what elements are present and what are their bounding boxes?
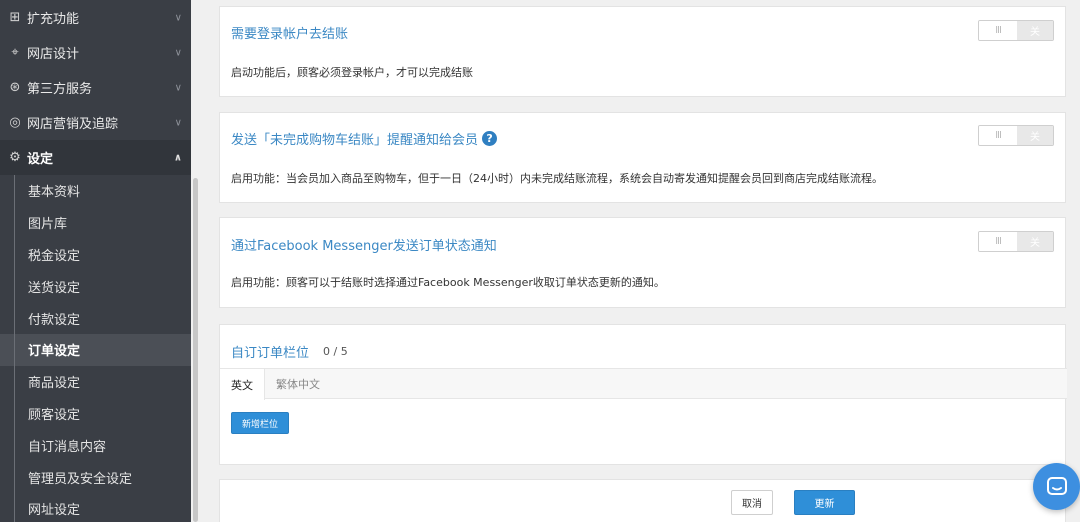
setting-description: 启用功能：顾客可以于结账时选择通过Facebook Messenger收取订单状… — [231, 276, 665, 289]
toggle-off-label: 关 — [1017, 232, 1053, 251]
chat-icon — [1046, 476, 1067, 495]
sidebar-item-settings[interactable]: ⚙ 设定 ∧ — [0, 140, 191, 175]
sidebar-subitem-admin-security[interactable]: 管理员及安全设定 — [0, 461, 191, 493]
chevron-down-icon: ∨ — [174, 47, 182, 58]
sidebar-subitem-customer[interactable]: 顾客设定 — [0, 397, 191, 430]
custom-fields-title: 自订订单栏位 0 / 5 — [231, 342, 348, 361]
sidebar: ⊞ 扩充功能 ∨ ⌖ 网店设计 ∨ ⊛ 第三方服务 ∨ ◎ 网店营销及追踪 ∨ … — [0, 0, 191, 522]
sidebar-item-marketing[interactable]: ◎ 网店营销及追踪 ∨ — [0, 105, 191, 140]
target-icon: ◎ — [9, 115, 21, 130]
toggle-off-label: 关 — [1017, 126, 1053, 145]
sidebar-subitem-payment[interactable]: 付款设定 — [0, 302, 191, 334]
setting-title: 通过Facebook Messenger发送订单状态通知 — [231, 239, 497, 254]
tab-english[interactable]: 英文 — [220, 369, 265, 400]
custom-order-fields-card: 自订订单栏位 0 / 5 英文 繁体中文 新增栏位 — [219, 324, 1067, 465]
sidebar-item-label: 网店营销及追踪 — [27, 117, 119, 132]
add-field-button[interactable]: 新增栏位 — [231, 412, 289, 434]
toggle-switch[interactable]: III 关 — [978, 125, 1054, 146]
puzzle-circles-icon: ⊛ — [9, 80, 21, 95]
toggle-switch[interactable]: III 关 — [978, 231, 1054, 252]
sidebar-item-label: 设定 — [27, 152, 54, 167]
footer-card — [219, 479, 1066, 522]
sidebar-subitem-basic-info[interactable]: 基本资料 — [0, 175, 191, 207]
sidebar-subitem-shipping[interactable]: 送货设定 — [0, 270, 191, 302]
toggle-knob: III — [979, 126, 1017, 145]
chevron-down-icon: ∨ — [174, 12, 182, 23]
main-content: 需要登录帐户去结账 III 关 启动功能后，顾客必须登录帐户，才可以完成结账 发… — [200, 0, 1080, 522]
tab-traditional-chinese[interactable]: 繁体中文 — [265, 369, 331, 398]
sidebar-subitem-product[interactable]: 商品设定 — [0, 365, 191, 398]
grid-plus-icon: ⊞ — [9, 10, 21, 25]
toggle-knob: III — [979, 21, 1017, 40]
paint-roller-icon: ⌖ — [11, 45, 19, 60]
setting-card-login-checkout: 需要登录帐户去结账 III 关 启动功能后，顾客必须登录帐户，才可以完成结账 — [219, 6, 1066, 97]
custom-fields-title-text: 自订订单栏位 — [231, 346, 310, 361]
sidebar-subitem-order[interactable]: 订单设定 — [0, 333, 191, 366]
chevron-down-icon: ∨ — [174, 82, 182, 93]
setting-card-messenger: 通过Facebook Messenger发送订单状态通知 III 关 启用功能：… — [219, 217, 1066, 308]
sidebar-item-store-design[interactable]: ⌖ 网店设计 ∨ — [0, 35, 191, 70]
sidebar-subitem-image-library[interactable]: 图片库 — [0, 206, 191, 239]
setting-title-text: 发送「未完成购物车结账」提醒通知给会员 — [231, 133, 479, 148]
toggle-switch[interactable]: III 关 — [978, 20, 1054, 41]
update-button[interactable]: 更新 — [794, 490, 855, 515]
chevron-down-icon: ∨ — [174, 117, 182, 128]
sidebar-item-label: 第三方服务 — [27, 82, 93, 97]
toggle-knob: III — [979, 232, 1017, 251]
cancel-button[interactable]: 取消 — [731, 490, 773, 515]
chat-bubble-button[interactable] — [1033, 463, 1080, 510]
toggle-off-label: 关 — [1017, 21, 1053, 40]
custom-fields-count: 0 / 5 — [323, 345, 348, 358]
setting-title: 发送「未完成购物车结账」提醒通知给会员 ? — [231, 129, 498, 148]
sidebar-subitem-tax[interactable]: 税金设定 — [0, 238, 191, 271]
language-tabs: 英文 繁体中文 — [220, 368, 1067, 400]
setting-card-abandoned-cart: 发送「未完成购物车结账」提醒通知给会员 ? III 关 启用功能：当会员加入商品… — [219, 112, 1066, 203]
settings-submenu: 基本资料 图片库 税金设定 送货设定 付款设定 订单设定 商品设定 顾客设定 自… — [0, 175, 191, 522]
sidebar-item-third-party[interactable]: ⊛ 第三方服务 ∨ — [0, 70, 191, 105]
sidebar-item-label: 扩充功能 — [27, 12, 80, 27]
sidebar-subitem-url[interactable]: 网址设定 — [0, 492, 191, 522]
setting-title: 需要登录帐户去结账 — [231, 27, 349, 42]
chevron-up-icon: ∧ — [173, 152, 182, 163]
sidebar-item-extensions[interactable]: ⊞ 扩充功能 ∨ — [0, 0, 191, 35]
gear-icon: ⚙ — [9, 150, 21, 165]
sidebar-subitem-custom-messages[interactable]: 自订消息内容 — [0, 429, 191, 461]
help-icon[interactable]: ? — [482, 131, 498, 146]
sidebar-item-label: 网店设计 — [27, 47, 80, 62]
setting-description: 启用功能：当会员加入商品至购物车，但于一日（24小时）内未完成结账流程，系统会自… — [231, 172, 883, 185]
sidebar-scrollbar[interactable] — [193, 178, 198, 522]
setting-description: 启动功能后，顾客必须登录帐户，才可以完成结账 — [231, 66, 473, 79]
